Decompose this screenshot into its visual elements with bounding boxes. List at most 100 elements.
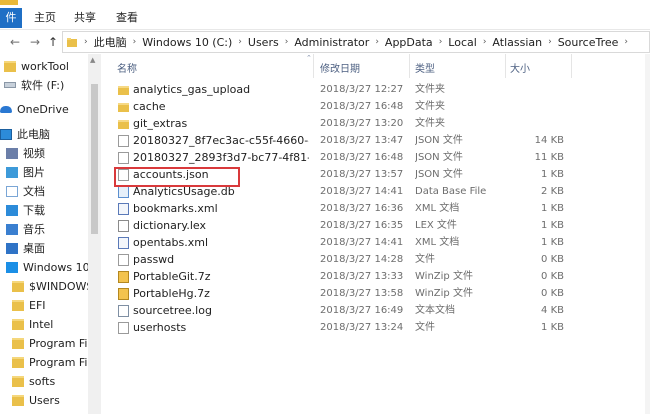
file-type: XML 文档	[415, 237, 460, 248]
file-type: Data Base File	[415, 186, 487, 197]
file-date: 2018/3/27 14:41	[320, 237, 404, 248]
file-date: 2018/3/27 16:36	[320, 203, 404, 214]
nav-item-onedrive[interactable]: OneDrive	[0, 100, 69, 118]
breadcrumb-item[interactable]: Administrator	[293, 36, 370, 49]
chevron-right-icon[interactable]: ›	[128, 37, 142, 47]
file-name: PortableGit.7z	[133, 270, 211, 283]
file-size: 4 KB	[541, 305, 564, 316]
file-row[interactable]: 20180327_8f7ec3ac-c55f-4660-82d3... 2018…	[101, 132, 650, 149]
file-size: 0 KB	[541, 288, 564, 299]
folder-icon	[0, 0, 18, 5]
file-icon	[118, 322, 129, 334]
sort-caret-icon: ⌃	[306, 54, 312, 62]
nav-item-label: Intel	[29, 317, 54, 331]
chevron-right-icon[interactable]: ›	[233, 37, 247, 47]
nav-item-downloads[interactable]: 下载	[6, 201, 45, 219]
file-date: 2018/3/27 13:20	[320, 118, 404, 129]
nav-item-label: 图片	[23, 166, 45, 179]
tab-share[interactable]: 共享	[70, 8, 100, 28]
file-row[interactable]: git_extras 2018/3/27 13:20 文件夹	[101, 115, 650, 132]
chevron-right-icon[interactable]: ›	[434, 37, 448, 47]
nav-item-desktop[interactable]: 桌面	[6, 239, 45, 257]
address-bar[interactable]: › 此电脑 › Windows 10 (C:) › Users › Admini…	[62, 31, 650, 53]
file-row[interactable]: userhosts 2018/3/27 13:24 文件 1 KB	[101, 319, 650, 336]
up-arrow-icon[interactable]: ↑	[46, 34, 60, 50]
file-row[interactable]: passwd 2018/3/27 14:28 文件 0 KB	[101, 251, 650, 268]
ribbon: 件 主页 共享 查看	[0, 0, 650, 30]
file-row[interactable]: 20180327_2893f3d7-bc77-4f81-aeb3... 2018…	[101, 149, 650, 166]
nav-item-label: Users	[29, 393, 60, 407]
windows-drive-icon	[6, 261, 18, 273]
nav-item-label: 视频	[23, 147, 45, 160]
breadcrumb-item[interactable]: Atlassian	[491, 36, 543, 49]
scroll-up-icon[interactable]: ▲	[90, 56, 95, 64]
nav-item-this-pc[interactable]: 此电脑	[0, 125, 50, 143]
file-size: 0 KB	[541, 254, 564, 265]
nav-item-label: workTool	[21, 59, 69, 73]
chevron-right-icon[interactable]: ›	[619, 37, 633, 47]
tab-file[interactable]: 件	[0, 8, 22, 28]
nav-item-intel[interactable]: Intel	[12, 315, 53, 333]
back-arrow-icon[interactable]: ←	[8, 34, 22, 50]
column-divider[interactable]	[313, 54, 314, 78]
file-row[interactable]: bookmarks.xml 2018/3/27 16:36 XML 文档 1 K…	[101, 200, 650, 217]
breadcrumb-item[interactable]: Windows 10 (C:)	[141, 36, 233, 49]
chevron-right-icon[interactable]: ›	[280, 37, 294, 47]
breadcrumb-item[interactable]: 此电脑	[93, 34, 128, 50]
nav-item-users[interactable]: Users	[12, 391, 60, 409]
file-row[interactable]: dictionary.lex 2018/3/27 16:35 LEX 文件 1 …	[101, 217, 650, 234]
file-type: 文件夹	[415, 84, 445, 95]
nav-item-drive-f[interactable]: 软件 (F:)	[4, 76, 64, 94]
column-name[interactable]: 名称	[117, 60, 137, 75]
forward-arrow-icon[interactable]: →	[28, 34, 42, 50]
nav-item-softs[interactable]: softs	[12, 372, 55, 390]
nav-item-music[interactable]: 音乐	[6, 220, 45, 238]
nav-item-efi[interactable]: EFI	[12, 296, 46, 314]
file-size: 1 KB	[541, 220, 564, 231]
breadcrumb-item[interactable]: AppData	[384, 36, 434, 49]
picture-icon	[6, 166, 18, 178]
folder-icon	[67, 38, 77, 47]
nav-item-pictures[interactable]: 图片	[6, 163, 45, 181]
nav-item-documents[interactable]: 文档	[6, 182, 45, 200]
column-divider[interactable]	[409, 54, 410, 78]
file-icon	[118, 152, 129, 164]
chevron-right-icon[interactable]: ›	[79, 37, 93, 47]
nav-item-videos[interactable]: 视频	[6, 144, 45, 162]
file-type: 文件	[415, 254, 435, 265]
file-name: opentabs.xml	[133, 236, 208, 249]
cloud-icon	[0, 105, 12, 113]
file-row[interactable]: opentabs.xml 2018/3/27 14:41 XML 文档 1 KB	[101, 234, 650, 251]
breadcrumb-item[interactable]: Users	[247, 36, 280, 49]
folder-icon	[12, 280, 24, 292]
tab-view[interactable]: 查看	[112, 8, 142, 28]
nav-item-label: 桌面	[23, 242, 45, 255]
scrollbar-thumb[interactable]	[91, 84, 98, 234]
nav-item-worktool[interactable]: workTool	[4, 57, 69, 75]
file-icon	[118, 135, 129, 147]
navigation-pane-scrollbar[interactable]: ▲	[88, 54, 101, 414]
file-row[interactable]: PortableHg.7z 2018/3/27 13:58 WinZip 文件 …	[101, 285, 650, 302]
file-name: bookmarks.xml	[133, 202, 218, 215]
file-size: 1 KB	[541, 203, 564, 214]
file-row[interactable]: sourcetree.log 2018/3/27 16:49 文本文档 4 KB	[101, 302, 650, 319]
nav-item-label: softs	[29, 374, 56, 388]
column-divider[interactable]	[571, 54, 572, 78]
column-type[interactable]: 类型	[415, 60, 435, 75]
file-row[interactable]: analytics_gas_upload 2018/3/27 12:27 文件夹	[101, 81, 650, 98]
right-edge	[645, 54, 650, 414]
chevron-right-icon[interactable]: ›	[543, 37, 557, 47]
log-icon	[118, 305, 129, 317]
chevron-right-icon[interactable]: ›	[478, 37, 492, 47]
tab-home[interactable]: 主页	[30, 8, 60, 28]
column-date[interactable]: 修改日期	[320, 60, 360, 75]
breadcrumb-item[interactable]: Local	[447, 36, 478, 49]
column-divider[interactable]	[505, 54, 506, 78]
nav-item-drive-c[interactable]: Windows 10 (C	[6, 258, 101, 276]
column-size[interactable]: 大小	[510, 60, 530, 75]
file-row[interactable]: PortableGit.7z 2018/3/27 13:33 WinZip 文件…	[101, 268, 650, 285]
file-row[interactable]: cache 2018/3/27 16:48 文件夹	[101, 98, 650, 115]
breadcrumb-item[interactable]: SourceTree	[557, 36, 620, 49]
chevron-right-icon[interactable]: ›	[370, 37, 384, 47]
file-name: passwd	[133, 253, 175, 266]
